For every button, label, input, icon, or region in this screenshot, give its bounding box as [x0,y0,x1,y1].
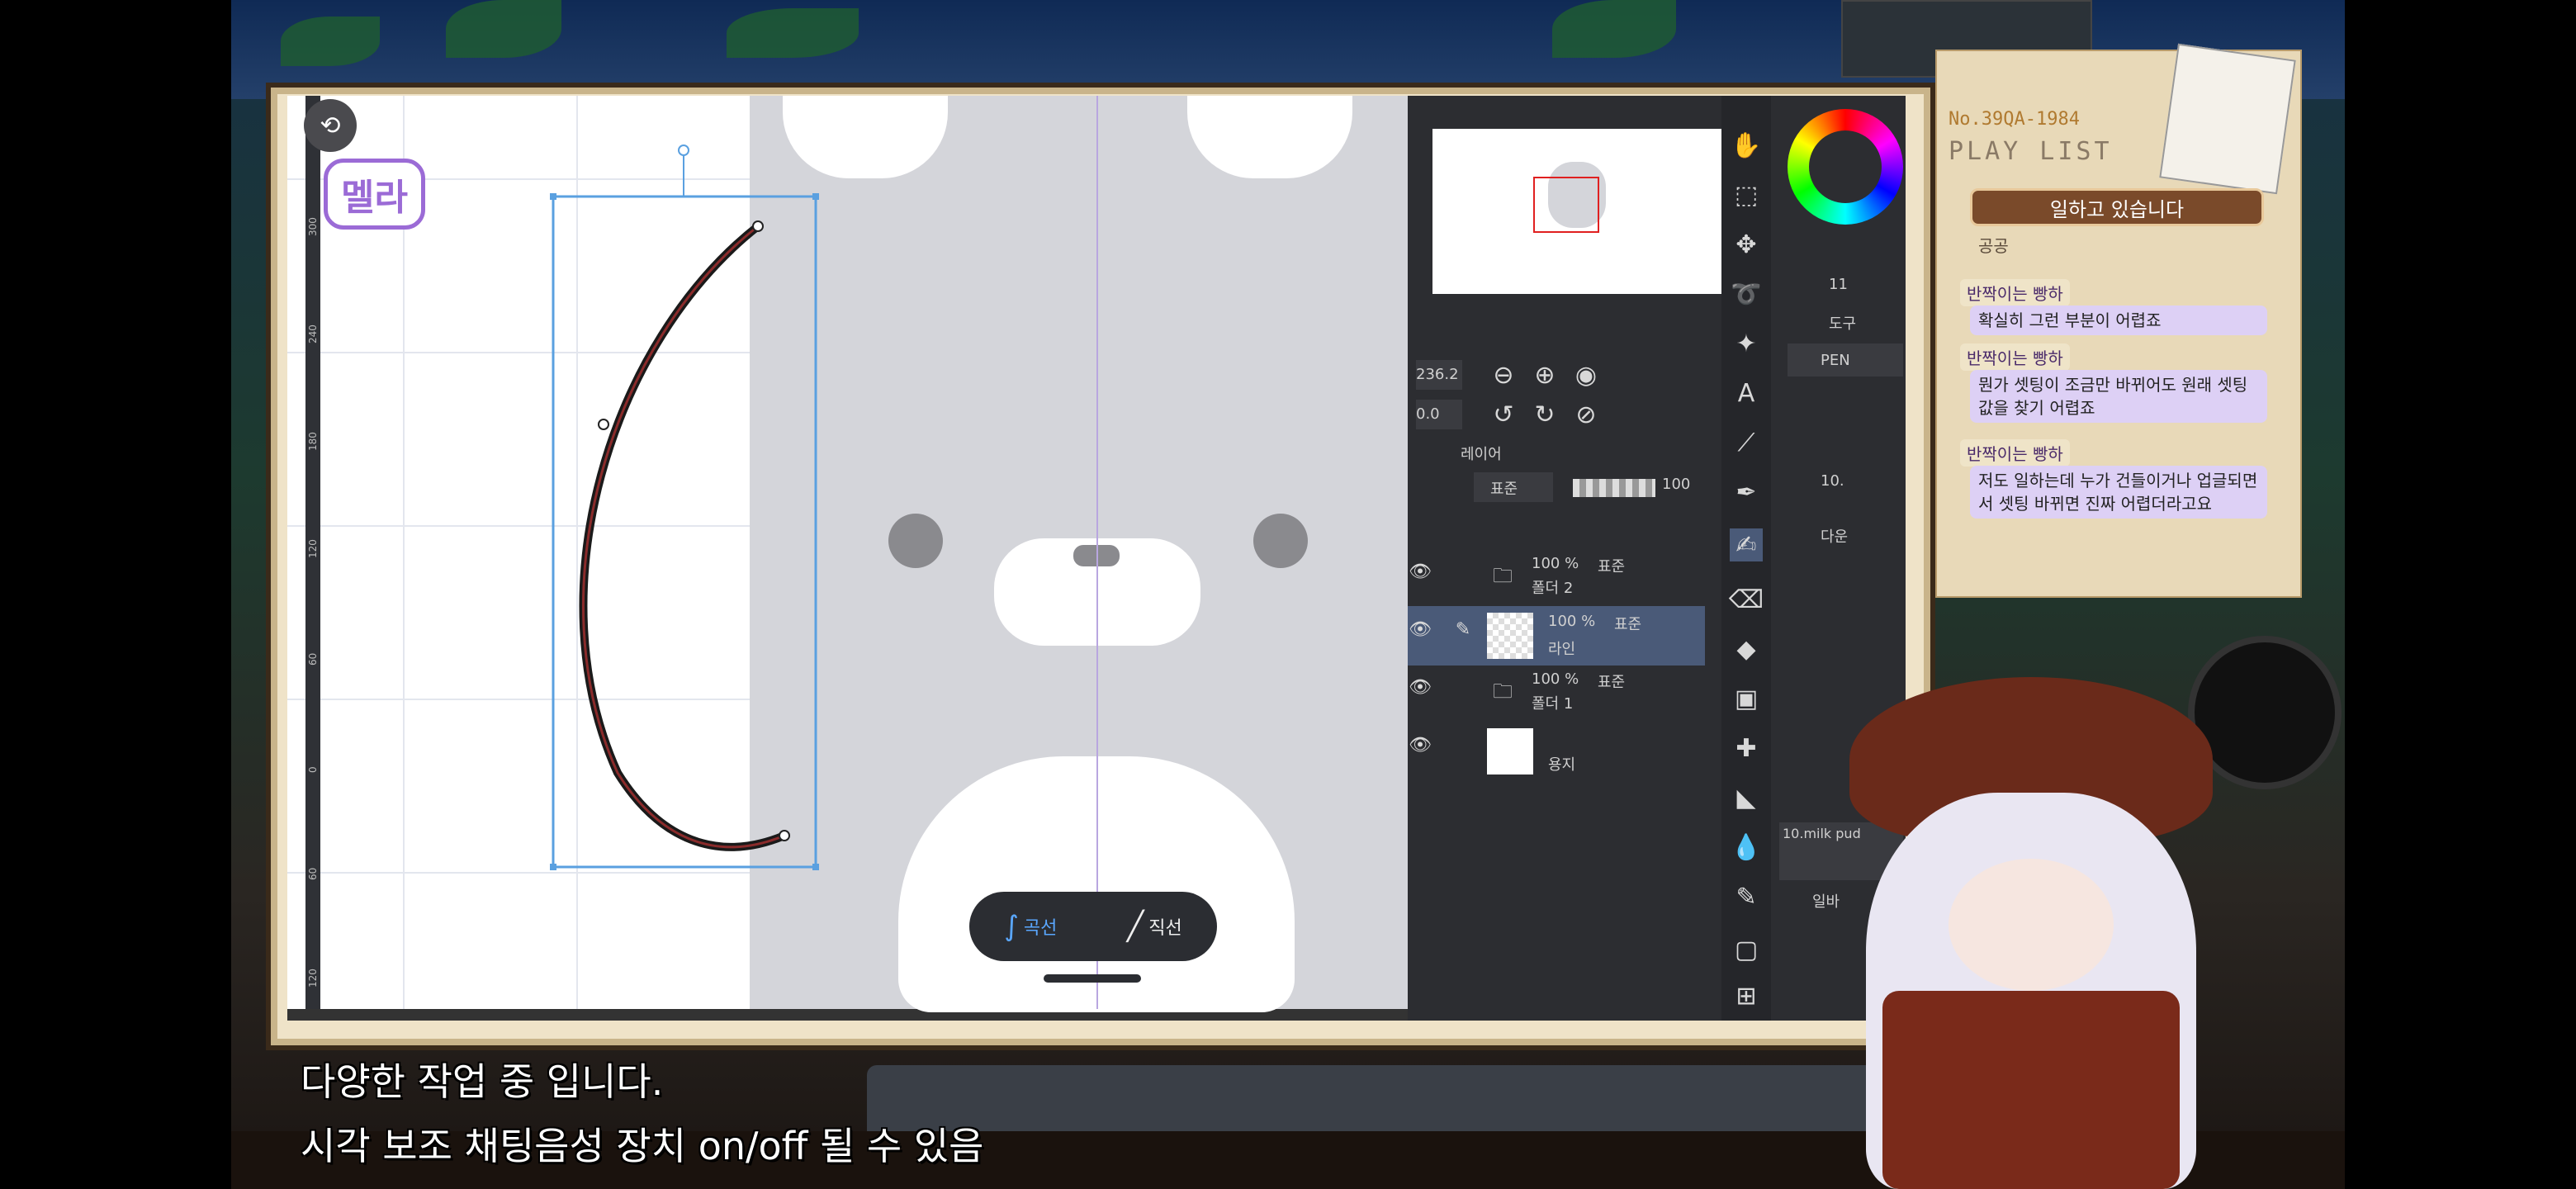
curve-overlay[interactable] [287,96,1408,1009]
pen-tool-active-icon[interactable]: ✍ [1730,528,1763,561]
hand-icon[interactable]: ✋ [1730,129,1763,162]
curve-mode-button[interactable]: ∫ 곡선 [1004,910,1057,943]
playlist-title: PLAY LIST [1949,137,2113,166]
chat-username: 반짝이는 빵하 [1960,279,2070,306]
fill-icon[interactable]: ◆ [1730,632,1763,666]
layer-row-selected[interactable]: 👁 ✎ 100 % 표준 라인 [1408,606,1705,666]
brush-size-value[interactable]: 10. [1821,472,1844,490]
zoom-in-icon[interactable]: ⊕ [1528,358,1561,391]
pen-edit-icon: ✎ [1455,619,1471,640]
avatar-face [1949,859,2114,991]
lasso-icon[interactable]: ➰ [1730,277,1763,310]
opacity-slider[interactable] [1573,479,1655,497]
chat-username: 반짝이는 빵하 [1960,343,2070,371]
layer-panel-title: 레이어 [1461,446,1502,463]
chat-username: 반짝이는 빵하 [1960,439,2070,467]
app-screen: 300 240 180 120 60 0 60 120 ⟲ 멜라 ∫ 곡선 ╱ 직선… [287,96,1906,1021]
curve-control-point [752,220,764,232]
layer-thumbnail [1487,613,1533,659]
blur-icon[interactable]: 💧 [1730,831,1763,864]
shape-icon[interactable]: ◣ [1730,781,1763,814]
magic-wand-icon[interactable]: ✦ [1730,327,1763,360]
move-icon[interactable]: ✥ [1730,228,1763,261]
zoom-field[interactable]: 236.2 [1416,360,1462,390]
leaf-decoration [281,17,380,66]
selection-handle [812,193,819,200]
vtuber-avatar [1816,628,2279,1189]
curve-toolbar: ∫ 곡선 ╱ 직선 [969,892,1217,961]
line-icon: ╱ [1126,910,1144,943]
selection-handle [812,864,819,870]
rotate-right-icon[interactable]: ↻ [1528,398,1561,431]
chat-message: 확실히 그런 부분이 어렵죠 [1970,306,2267,335]
rotate-handle [678,144,689,156]
rotate-left-icon[interactable]: ↺ [1487,398,1520,431]
chat-message: 저도 일하는데 누가 건들이거나 업글되면서 셋팅 바뀌면 진짜 어렵더라고요 [1970,466,2267,519]
chat-message: 뭔가 셋팅이 조금만 바뀌어도 원래 셋팅값을 찾기 어렵죠 [1970,370,2267,423]
viewport-rect[interactable] [1533,177,1599,233]
paper-thumbnail [1487,728,1533,775]
home-indicator [1044,974,1141,983]
pen-icon[interactable]: ✒ [1730,476,1763,509]
status-banner: 일하고 있습니다 [1970,188,2264,226]
chat-message: 공공 [1978,236,2009,256]
selection-handle [550,864,556,870]
layer-row[interactable]: 👁 🗀 100 % 표준 폴더 1 [1408,666,1705,722]
folder-icon: 🗀 [1493,680,1513,703]
navigator-preview [1432,129,1726,294]
pen-tab[interactable]: PEN [1788,343,1903,377]
eye-icon[interactable]: 👁 [1408,677,1432,698]
vertical-ruler: 300 240 180 120 60 0 60 120 [305,96,320,1009]
eye-icon[interactable]: 👁 [1408,735,1432,756]
curve-icon: ∫ [1004,910,1019,943]
layer-row[interactable]: 👁 🗀 100 % 표준 폴더 2 [1408,550,1705,606]
blend-mode-select[interactable]: 표준 [1474,472,1553,502]
blend-icon[interactable]: ✚ [1730,732,1763,765]
grid-icon[interactable]: ⊞ [1730,979,1763,1012]
curve-control-point [779,830,790,841]
folder-icon: 🗀 [1493,564,1513,587]
leaf-decoration [1552,0,1676,58]
select-icon[interactable]: ⬚ [1730,178,1763,211]
eye-icon[interactable]: 👁 [1408,619,1432,640]
liquify-icon[interactable]: ✎ [1730,880,1763,913]
opacity-value[interactable]: 100 [1662,476,1690,493]
drawn-curve [579,223,786,851]
subtitle-line-2: 시각 보조 채팅음성 장치 on/off 될 수 있음 [301,1124,984,1168]
eye-icon[interactable]: 👁 [1408,561,1432,582]
color-swatch-icon[interactable]: ▢ [1730,933,1763,966]
avatar-jacket [1882,991,2180,1189]
text-icon[interactable]: A [1730,377,1763,410]
subtitle-line-1: 다양한 작업 중 입니다. [301,1059,664,1104]
layer-row[interactable]: 👁 용지 [1408,722,1705,781]
building-photo [2159,43,2296,195]
line-mode-button[interactable]: ╱ 직선 [1127,910,1182,943]
gradient-icon[interactable]: ▣ [1730,682,1763,715]
undo-icon[interactable]: ⟲ [304,99,357,152]
channel-logo: 멜라 [324,159,425,230]
playlist-chat-panel: No.39QA-1984 PLAY LIST 일하고 있습니다 공공 반짝이는 … [1935,43,2302,598]
fit-icon[interactable]: ◉ [1570,358,1603,391]
leaf-decoration [446,0,561,58]
color-value: 11 [1829,276,1848,293]
drawing-canvas[interactable]: 300 240 180 120 60 0 60 120 ⟲ 멜라 ∫ 곡선 ╱ 직선 [287,96,1410,1012]
eyedropper-icon[interactable]: ⟋ [1730,426,1763,459]
leaf-decoration [727,8,859,58]
tool-tab[interactable]: 도구 [1829,312,1856,334]
add-button[interactable]: 다운 [1821,525,1848,547]
tool-bar: ✋ ⬚ ✥ ➰ ✦ A ⟋ ✒ ✍ ⌫ ◆ ▣ ✚ ◣ 💧 ✎ ▢ ⊞ [1721,96,1771,1021]
reset-rotation-icon[interactable]: ⊘ [1570,398,1603,431]
selection-handle [550,193,556,200]
curve-control-point [598,419,609,430]
zoom-out-icon[interactable]: ⊖ [1487,358,1520,391]
rotation-field[interactable]: 0.0 [1416,400,1462,429]
playlist-code: No.39QA-1984 [1949,109,2080,130]
eraser-icon[interactable]: ⌫ [1729,583,1764,616]
